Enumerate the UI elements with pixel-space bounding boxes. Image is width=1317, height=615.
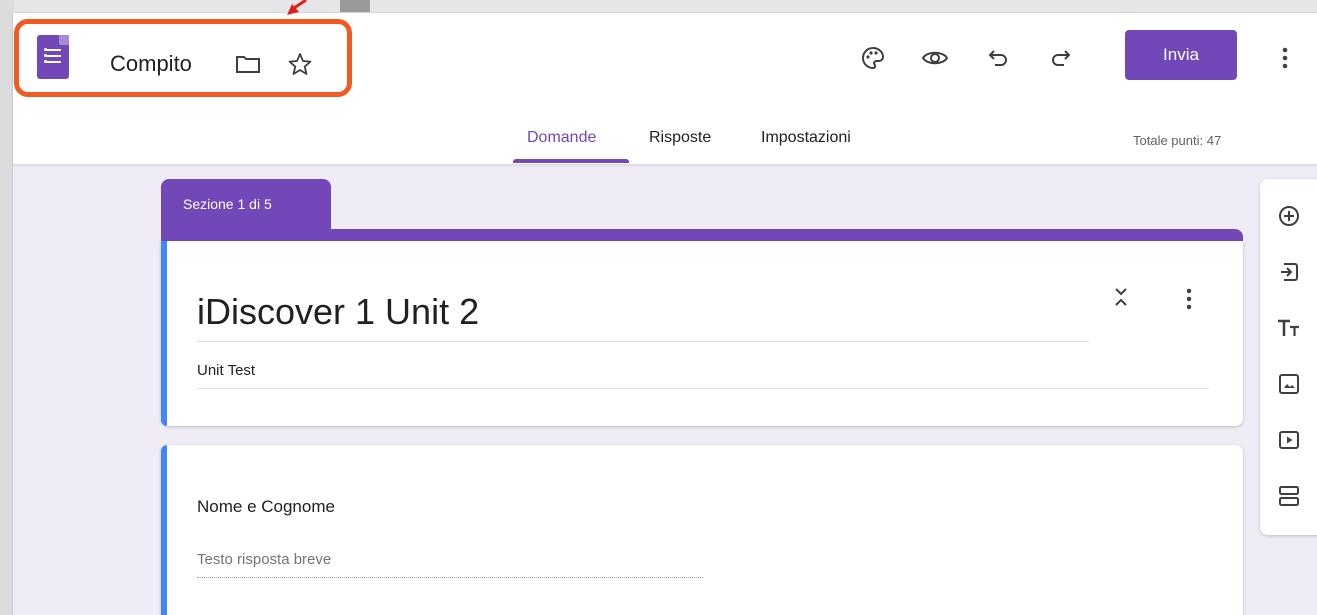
palette-icon[interactable] bbox=[856, 41, 890, 75]
add-title-icon[interactable] bbox=[1274, 313, 1304, 343]
redo-icon[interactable] bbox=[1044, 41, 1078, 75]
short-answer-line bbox=[197, 577, 703, 578]
annotation-highlight-box bbox=[14, 19, 352, 97]
question-card[interactable]: Nome e Cognome Testo risposta breve bbox=[161, 445, 1243, 615]
form-title-card[interactable]: iDiscover 1 Unit 2 Unit Test bbox=[161, 241, 1243, 426]
tab-settings[interactable]: Impostazioni bbox=[761, 129, 851, 147]
form-title[interactable]: iDiscover 1 Unit 2 bbox=[197, 291, 479, 333]
eye-icon[interactable] bbox=[918, 41, 952, 75]
side-toolbar bbox=[1260, 179, 1317, 535]
import-questions-icon[interactable] bbox=[1274, 257, 1304, 287]
title-underline bbox=[197, 341, 1089, 342]
annotation-arrow-icon bbox=[287, 0, 307, 15]
active-tab-indicator bbox=[513, 159, 629, 163]
active-card-accent bbox=[161, 241, 167, 426]
card-more-icon[interactable] bbox=[1181, 285, 1197, 313]
add-section-icon[interactable] bbox=[1274, 481, 1304, 511]
add-question-icon[interactable] bbox=[1274, 201, 1304, 231]
short-answer-placeholder: Testo risposta breve bbox=[197, 551, 332, 568]
add-image-icon[interactable] bbox=[1274, 369, 1304, 399]
form-description[interactable]: Unit Test bbox=[197, 362, 255, 379]
collapse-icon[interactable] bbox=[1111, 283, 1131, 311]
undo-icon[interactable] bbox=[981, 41, 1015, 75]
question-card-accent bbox=[161, 445, 167, 615]
description-underline bbox=[197, 388, 1209, 389]
total-points: Totale punti: 47 bbox=[1133, 133, 1222, 148]
tab-responses[interactable]: Risposte bbox=[649, 129, 711, 147]
add-video-icon[interactable] bbox=[1274, 425, 1304, 455]
tab-bar: Domande Risposte Impostazioni Totale pun… bbox=[13, 125, 1317, 165]
section-label-tab: Sezione 1 di 5 bbox=[161, 179, 331, 235]
tab-questions[interactable]: Domande bbox=[527, 129, 596, 147]
more-vert-icon[interactable] bbox=[1275, 41, 1295, 75]
section-label: Sezione 1 di 5 bbox=[183, 196, 272, 212]
forms-editor-window: Compito Invia Domande Risposte Impostazi… bbox=[12, 12, 1317, 615]
question-title[interactable]: Nome e Cognome bbox=[197, 497, 335, 517]
send-button[interactable]: Invia bbox=[1125, 30, 1237, 80]
